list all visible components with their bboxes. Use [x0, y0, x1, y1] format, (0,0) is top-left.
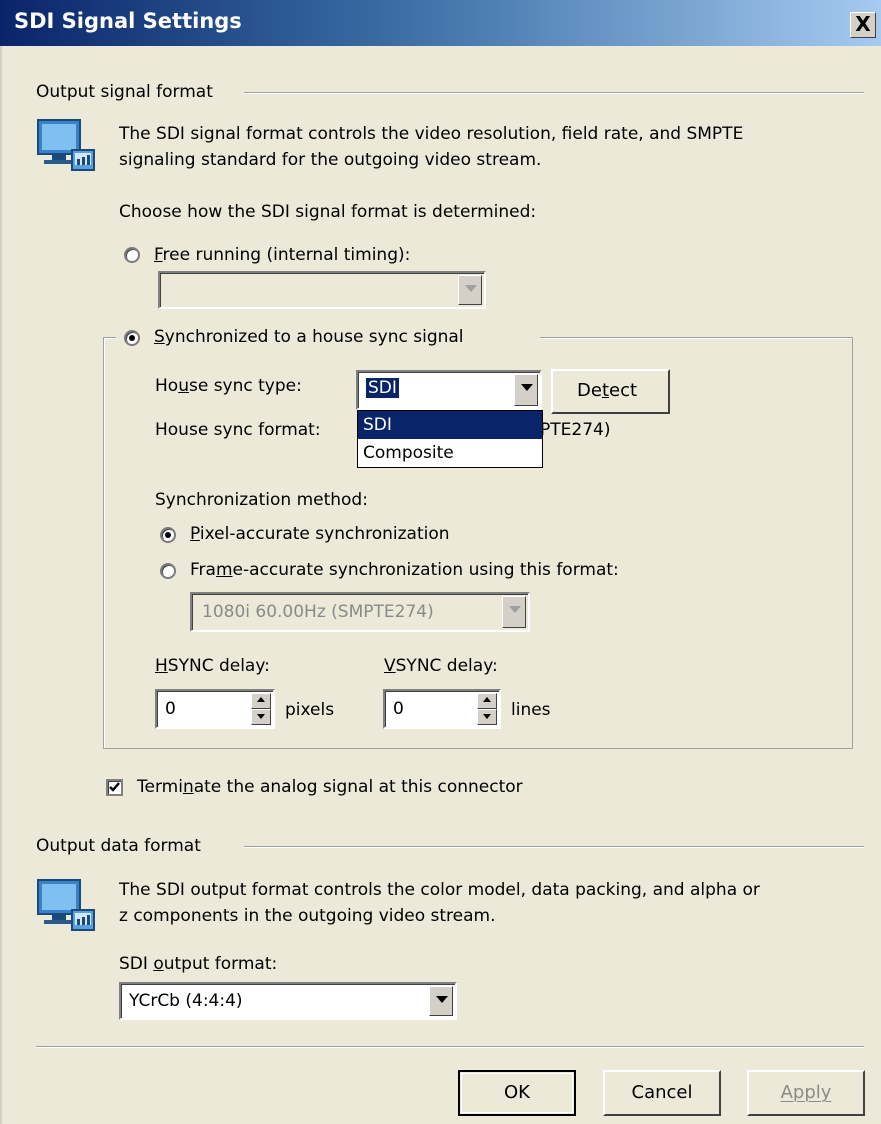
terminate-accel: n [182, 777, 194, 797]
frame-accurate-pre: Fra [190, 560, 216, 580]
house-sync-format-label: House sync format: [155, 420, 321, 440]
chevron-down-icon[interactable] [429, 986, 453, 1016]
terminate-label-rest: ate the analog signal at this connector [193, 777, 523, 797]
cancel-button[interactable]: Cancel [603, 1070, 721, 1116]
spin-down-icon[interactable] [477, 709, 497, 725]
chevron-down-icon[interactable] [514, 374, 538, 406]
sync-method-label: Synchronization method: [155, 490, 368, 510]
detect-accel: t [601, 380, 609, 401]
section-divider [244, 92, 864, 94]
pixel-accurate-accel: P [190, 524, 200, 544]
detect-post: ect [609, 380, 638, 401]
title-bar: SDI Signal Settings [0, 0, 881, 46]
section-divider [244, 846, 864, 848]
free-running-radio[interactable] [124, 247, 140, 263]
vsync-delay-value[interactable]: 0 [393, 699, 404, 719]
house-sync-type-value: SDI [365, 377, 400, 399]
hsync-delay-stepper[interactable]: 0 [155, 689, 275, 729]
output-data-description-1: The SDI output format controls the color… [119, 880, 760, 900]
free-running-label[interactable]: Free running (internal timing): [154, 245, 410, 265]
chevron-down-icon [502, 596, 526, 628]
frame-accurate-accel: m [215, 560, 233, 580]
house-sync-type-dropdown: SDI Composite [357, 410, 543, 468]
sdi-output-format-combo[interactable]: YCrCb (4:4:4) [119, 982, 457, 1020]
synchronized-accel: S [154, 327, 165, 347]
monitor-network-icon [37, 879, 95, 931]
checkmark-icon [109, 782, 120, 792]
sdi-output-format-label: SDI output format: [119, 954, 277, 974]
hsync-label: HSYNC delay: [155, 656, 270, 676]
terminate-checkbox[interactable] [106, 779, 123, 796]
free-running-label-rest: ree running (internal timing): [162, 245, 411, 265]
vsync-delay-stepper[interactable]: 0 [383, 689, 501, 729]
synchronized-label-rest: ynchronized to a house sync signal [164, 327, 464, 347]
spin-up-icon[interactable] [477, 693, 497, 709]
output-signal-section-label: Output signal format [36, 82, 213, 102]
house-sync-type-label: House sync type: [155, 376, 302, 396]
synchronized-label[interactable]: Synchronized to a house sync signal [154, 327, 464, 347]
pixel-accurate-label-rest: ixel-accurate synchronization [199, 524, 450, 544]
house-sync-type-accel: u [178, 376, 189, 396]
detect-button-label: Detect [577, 380, 637, 401]
pixel-accurate-label[interactable]: Pixel-accurate synchronization [190, 524, 450, 544]
pixel-accurate-radio[interactable] [160, 527, 176, 543]
vsync-label: VSYNC delay: [384, 656, 498, 676]
frame-format-combo[interactable]: 1080i 60.00Hz (SMPTE274) [190, 592, 530, 632]
window-title: SDI Signal Settings [14, 9, 242, 33]
ok-button[interactable]: OK [458, 1070, 576, 1116]
hsync-accel: H [155, 656, 168, 676]
dropdown-option[interactable]: Composite [358, 439, 542, 467]
vsync-accel: V [384, 656, 396, 676]
footer-divider [36, 1046, 864, 1048]
sdi-output-format-accel: o [153, 954, 164, 974]
house-sync-type-label-post: se sync type: [188, 376, 302, 396]
close-button[interactable]: X [850, 12, 876, 38]
synchronized-radio[interactable] [124, 330, 140, 346]
house-sync-type-combo[interactable]: SDI [356, 370, 542, 410]
hsync-unit: pixels [285, 700, 335, 720]
output-signal-description-2: signaling standard for the outgoing vide… [119, 150, 542, 170]
chevron-down-icon [458, 275, 482, 305]
hsync-label-rest: SYNC delay: [167, 656, 270, 676]
frame-accurate-label[interactable]: Frame-accurate synchronization using thi… [190, 560, 619, 580]
house-sync-format-value: PTE274) [540, 420, 611, 440]
vsync-unit: lines [511, 700, 551, 720]
apply-button[interactable]: Apply [747, 1070, 865, 1116]
terminate-label[interactable]: Terminate the analog signal at this conn… [137, 777, 523, 797]
spin-buttons [477, 693, 497, 725]
vsync-label-rest: SYNC delay: [395, 656, 498, 676]
frame-accurate-radio[interactable] [160, 563, 176, 579]
sdi-output-format-post: utput format: [163, 954, 278, 974]
choose-format-label: Choose how the SDI signal format is dete… [119, 202, 537, 222]
spin-buttons [251, 693, 271, 725]
house-sync-type-label-pre: Ho [155, 376, 179, 396]
frame-format-value: 1080i 60.00Hz (SMPTE274) [202, 602, 434, 622]
spin-up-icon[interactable] [251, 693, 271, 709]
free-running-format-combo[interactable] [158, 271, 486, 309]
terminate-pre: Termi [137, 777, 183, 797]
detect-pre: De [577, 380, 602, 401]
sdi-output-format-pre: SDI [119, 954, 154, 974]
output-data-description-2: z components in the outgoing video strea… [119, 906, 496, 926]
sdi-output-format-value: YCrCb (4:4:4) [129, 991, 243, 1011]
free-running-accel: F [154, 245, 163, 265]
frame-accurate-label-rest: e-accurate synchronization using this fo… [232, 560, 619, 580]
hsync-delay-value[interactable]: 0 [165, 699, 176, 719]
monitor-network-icon [37, 119, 95, 171]
spin-down-icon[interactable] [251, 709, 271, 725]
dropdown-option[interactable]: SDI [358, 411, 542, 439]
output-signal-description-1: The SDI signal format controls the video… [119, 124, 744, 144]
output-data-section-label: Output data format [36, 836, 201, 856]
